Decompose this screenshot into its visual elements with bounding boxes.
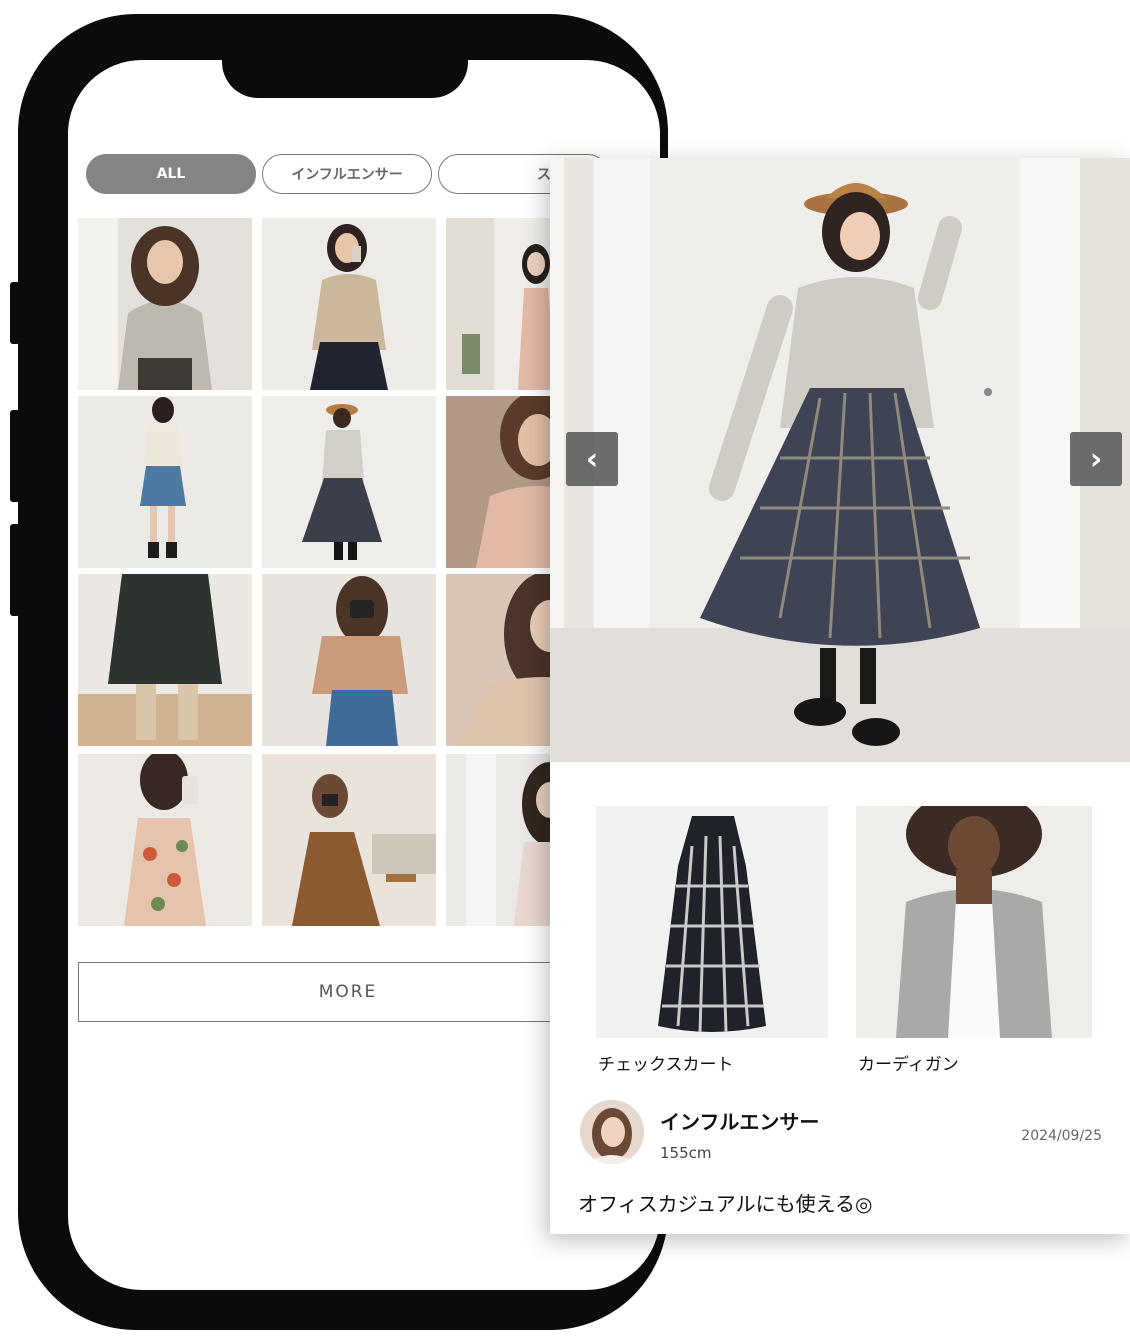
grid-photo-8[interactable]: [262, 574, 436, 746]
phone-side-button: [10, 282, 20, 344]
grid-photo-7[interactable]: [78, 574, 252, 746]
product-name-skirt[interactable]: チェックスカート: [598, 1050, 734, 1075]
product-name-cardigan[interactable]: カーディガン: [858, 1050, 959, 1075]
grid-photo-5[interactable]: [262, 396, 436, 568]
post-date: 2024/09/25: [1021, 1128, 1102, 1144]
phone-volume-up: [10, 410, 20, 502]
product-image-cardigan[interactable]: [856, 806, 1092, 1038]
grid-photo-10[interactable]: [78, 754, 252, 926]
tab-influencer[interactable]: インフルエンサー: [262, 154, 432, 194]
next-photo-button[interactable]: ›: [1070, 432, 1122, 486]
more-button[interactable]: MORE: [78, 962, 618, 1022]
post-caption: オフィスカジュアルにも使える◎: [578, 1192, 873, 1216]
tab-all[interactable]: ALL: [86, 154, 256, 194]
phone-notch: [222, 46, 468, 98]
grid-photo-1[interactable]: [78, 218, 252, 390]
grid-photo-4[interactable]: [78, 396, 252, 568]
prev-photo-button[interactable]: ‹: [566, 432, 618, 486]
grid-photo-11[interactable]: [262, 754, 436, 926]
user-height: 155cm: [660, 1144, 712, 1162]
product-image-skirt[interactable]: [596, 806, 828, 1038]
post-detail-card: ‹ › チェックスカート カーディガン インフルエンサー 155cm 2024/…: [550, 158, 1130, 1234]
main-outfit-photo: [550, 158, 1130, 762]
user-name[interactable]: インフルエンサー: [660, 1106, 819, 1135]
grid-photo-2[interactable]: [262, 218, 436, 390]
phone-volume-down: [10, 524, 20, 616]
avatar[interactable]: [580, 1100, 644, 1164]
